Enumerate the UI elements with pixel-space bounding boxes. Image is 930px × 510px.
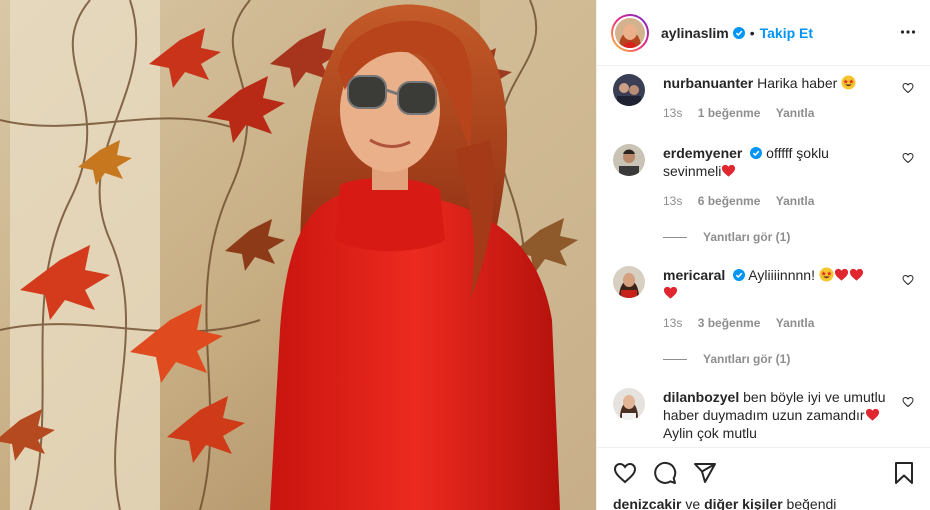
like-comment-heart-icon[interactable] <box>902 274 914 286</box>
comment-time: 13s <box>663 194 683 208</box>
view-replies-button[interactable]: Yanıtları gör (1) <box>663 352 914 366</box>
post-header: aylinaslim • Takip Et <box>597 0 930 66</box>
reply-button[interactable]: Yanıtla <box>776 106 815 120</box>
red-heart-emoji-icon <box>849 268 863 281</box>
comment-text: Ayliiiinnnn! <box>748 267 815 283</box>
comment-likes[interactable]: 6 beğenme <box>698 194 761 208</box>
post-side-panel: aylinaslim • Takip Et nurbanuanter Harik… <box>596 0 930 510</box>
comment-time: 13s <box>663 106 683 120</box>
more-options-icon[interactable] <box>900 24 916 40</box>
view-replies-button[interactable]: Yanıtları gör (1) <box>663 230 914 244</box>
like-comment-heart-icon[interactable] <box>902 396 914 408</box>
red-heart-emoji-icon <box>865 408 879 421</box>
author-avatar-image <box>615 17 645 48</box>
red-heart-emoji-icon <box>834 268 848 281</box>
comment-meta: 13s 3 beğenme Yanıtla <box>663 316 914 330</box>
commenter-avatar[interactable] <box>613 266 645 298</box>
heart-icon[interactable] <box>613 461 637 485</box>
comment-item: mericaral Ayliiiinnnn! 13s 3 beğenme Yan… <box>613 260 914 366</box>
comment-text: Harika haber <box>757 75 838 91</box>
liked-by-others[interactable]: diğer kişiler <box>704 496 783 510</box>
save-icon[interactable] <box>892 461 916 485</box>
star-struck-emoji-icon <box>819 267 834 282</box>
view-replies-label: Yanıtları gör (1) <box>703 352 791 366</box>
view-replies-line <box>663 236 687 238</box>
comment-time: 13s <box>663 316 683 330</box>
comment-text-continued: Aylin çok mutlu <box>663 425 757 441</box>
comment-likes[interactable]: 1 beğenme <box>698 106 761 120</box>
comment-item: dilanbozyel ben böyle iyi ve umutlu habe… <box>613 382 914 442</box>
verified-badge-icon <box>750 147 763 159</box>
post-actions-bar: denizcakir ve diğer kişiler beğendi <box>597 447 930 510</box>
reply-button[interactable]: Yanıtla <box>776 316 815 330</box>
post-photo[interactable] <box>0 0 596 510</box>
separator-dot: • <box>749 24 755 41</box>
star-struck-emoji-icon <box>841 75 856 90</box>
like-comment-heart-icon[interactable] <box>902 82 914 94</box>
commenter-avatar[interactable] <box>613 388 645 420</box>
share-icon[interactable] <box>693 461 717 485</box>
comment-username[interactable]: erdemyener <box>663 145 742 161</box>
liked-by-suffix: beğendi <box>786 496 837 510</box>
comment-username[interactable]: nurbanuanter <box>663 75 753 91</box>
liked-by-user[interactable]: denizcakir <box>613 496 681 510</box>
comment-icon[interactable] <box>653 461 677 485</box>
reply-button[interactable]: Yanıtla <box>776 194 815 208</box>
commenter-avatar[interactable] <box>613 144 645 176</box>
follow-button[interactable]: Takip Et <box>760 25 813 41</box>
like-comment-heart-icon[interactable] <box>902 152 914 164</box>
comment-username[interactable]: dilanbozyel <box>663 389 739 405</box>
author-username[interactable]: aylinaslim <box>661 25 729 41</box>
author-avatar[interactable] <box>611 13 649 52</box>
liked-by-summary: denizcakir ve diğer kişiler beğendi <box>613 496 836 510</box>
liked-by-connector: ve <box>685 496 701 510</box>
verified-badge-icon <box>732 26 745 39</box>
view-replies-label: Yanıtları gör (1) <box>703 230 791 244</box>
post-image <box>0 0 596 510</box>
commenter-avatar[interactable] <box>613 74 645 106</box>
verified-badge-icon <box>733 269 746 281</box>
comment-meta: 13s 1 beğenme Yanıtla <box>663 106 914 120</box>
comment-username[interactable]: mericaral <box>663 267 725 283</box>
comment-item: erdemyener offfff şoklu sevinmeli 13s 6 … <box>613 138 914 244</box>
comment-likes[interactable]: 3 beğenme <box>698 316 761 330</box>
red-heart-emoji-icon <box>722 164 736 177</box>
comments-list[interactable]: nurbanuanter Harika haber 13s 1 beğenme … <box>597 66 930 446</box>
view-replies-line <box>663 358 687 360</box>
comment-meta: 13s 6 beğenme Yanıtla <box>663 194 914 208</box>
comment-item: nurbanuanter Harika haber 13s 1 beğenme … <box>613 68 914 120</box>
red-heart-emoji-icon <box>663 286 678 299</box>
